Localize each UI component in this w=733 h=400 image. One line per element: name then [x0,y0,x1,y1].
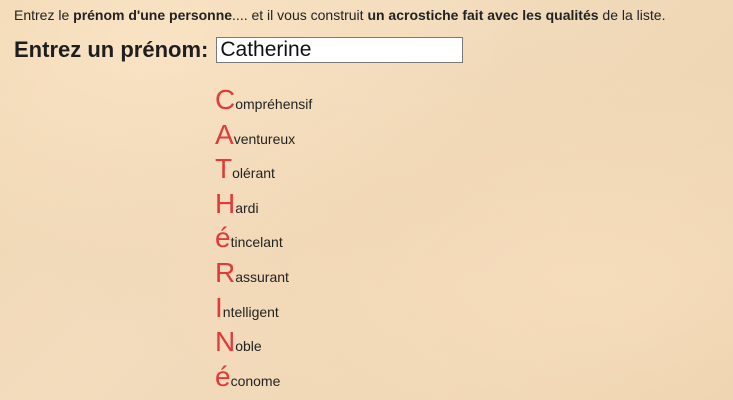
acrostic-word-rest: olérant [232,165,275,182]
instructions-part-1: Entrez le [14,7,74,23]
acrostic-word-rest: conome [230,372,281,389]
acrostic-list: Compréhensif Aventurеux Tolérant Hardi é… [215,85,312,396]
acrostic-line: Hardi [215,187,312,224]
acrostic-initial: R [215,256,236,288]
acrostic-initial: é [215,222,231,254]
name-prompt-label: Entrez un prénom: [14,37,209,62]
acrostic-word-rest: venturеux [233,130,296,147]
acrostic-word-rest: assurant [235,268,289,285]
acrostic-line: Intelligent [215,291,312,328]
acrostic-initial: C [215,84,236,115]
acrostic-line: Compréhensif [215,85,312,120]
acrostic-word-rest: ardi [235,199,259,216]
acrostic-initial: I [215,291,223,323]
name-prompt-row: Entrez un prénom: [14,37,464,63]
acrostic-word-rest: ompréhensif [235,96,313,112]
acrostic-line: Tolérant [215,154,312,189]
acrostic-initial: é [215,360,231,392]
acrostic-initial: H [215,187,236,219]
instructions-part-3: de la liste. [598,7,666,23]
instructions-bold-2: un acrostiche fait avec les qualités [367,7,599,23]
instructions-bold-1: prénom d'une personne [73,7,233,23]
instructions-part-2: .... et il vous construit [232,7,368,23]
acrostic-line: é conome [215,360,312,397]
acrostic-initial: N [215,326,236,358]
first-name-input[interactable] [216,37,464,63]
acrostic-line: Rassurant [215,256,312,293]
acrostic-word-rest: ntelligent [222,303,279,320]
acrostic-initial: A [215,118,234,150]
acrostic-initial: T [215,153,233,185]
acrostic-word-rest: oble [235,338,262,355]
acrostic-line: Noble [215,327,312,362]
acrostic-line: é tincelant [215,223,312,258]
acrostic-line: Aventurеux [215,118,312,155]
acrostic-word-rest: tincelant [230,234,283,251]
instructions-text: Entrez le prénom d'une personne.... et i… [14,7,665,23]
